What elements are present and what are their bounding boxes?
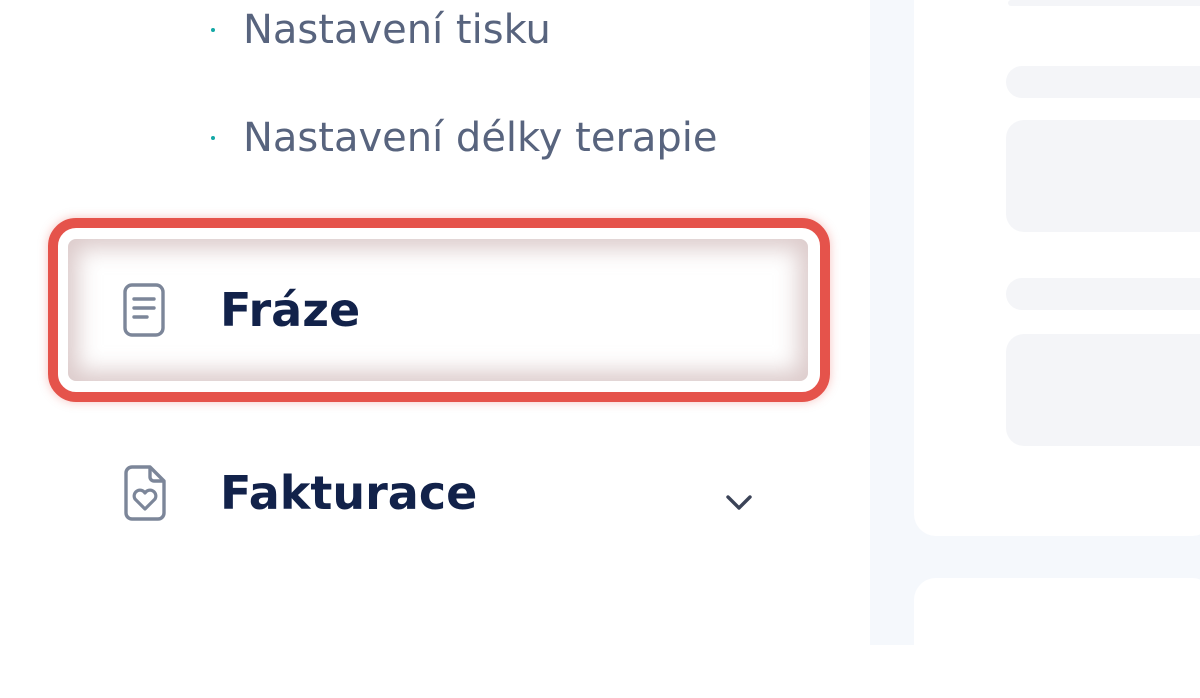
chevron-down-icon[interactable]: [722, 476, 756, 510]
sidebar-subitem-label: Nastavení tisku: [243, 7, 551, 53]
bullet-dot: [211, 28, 215, 32]
sidebar-item-fakturace[interactable]: Fakturace: [68, 422, 808, 564]
skeleton-line: [1006, 278, 1200, 310]
skeleton-block: [1006, 334, 1200, 446]
sidebar-item-label: Fráze: [220, 283, 361, 337]
sidebar-subitem-nastaveni-tisku[interactable]: Nastavení tisku: [205, 0, 551, 60]
sidebar-item-fraze[interactable]: Fráze: [68, 239, 808, 381]
sidebar-item-label: Fakturace: [220, 466, 478, 520]
sidebar: Nastavení tisku Nastavení délky terapie …: [0, 0, 870, 645]
sidebar-subitem-label: Nastavení délky terapie: [243, 115, 718, 161]
skeleton-line: [1008, 0, 1200, 6]
document-icon: [118, 280, 170, 340]
document-heart-icon: [118, 463, 170, 523]
content-card: [914, 0, 1200, 536]
sidebar-subitem-nastaveni-delky-terapie[interactable]: Nastavení délky terapie: [205, 108, 718, 168]
bullet-dot: [211, 136, 215, 140]
skeleton-line: [1006, 66, 1200, 98]
skeleton-block: [1006, 120, 1200, 232]
content-card: [914, 578, 1200, 698]
